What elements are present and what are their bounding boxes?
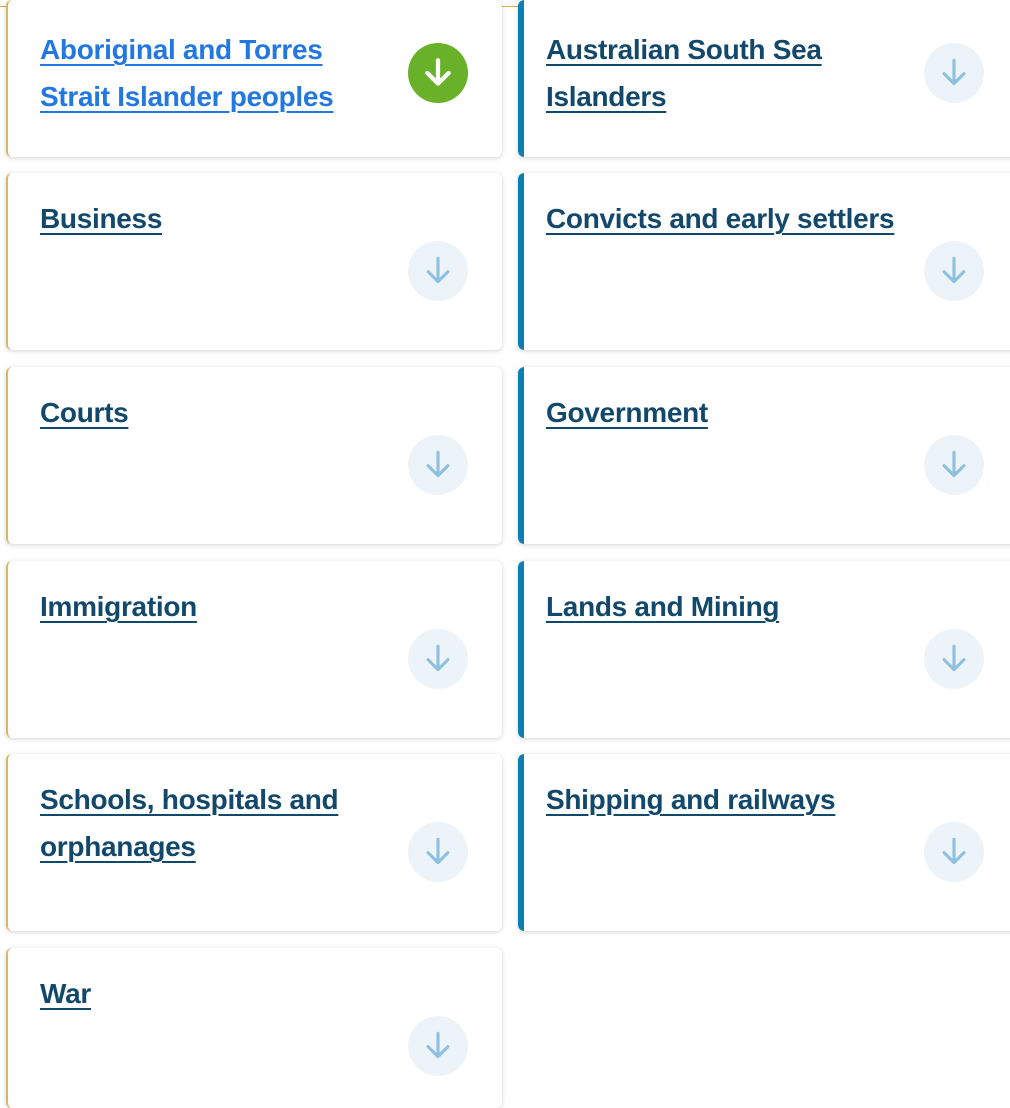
download-button[interactable] bbox=[924, 822, 984, 882]
category-card-south-sea-islanders[interactable]: Australian South Sea Islanders bbox=[518, 0, 1010, 157]
arrow-down-icon bbox=[426, 450, 450, 478]
arrow-down-icon bbox=[942, 644, 966, 672]
category-link[interactable]: War bbox=[40, 970, 380, 1017]
category-card-government[interactable]: Government bbox=[518, 367, 1010, 544]
download-button[interactable] bbox=[924, 435, 984, 495]
category-link[interactable]: Immigration bbox=[40, 583, 380, 630]
arrow-down-icon bbox=[426, 256, 450, 284]
category-link[interactable]: Lands and Mining bbox=[546, 583, 906, 630]
download-button[interactable] bbox=[408, 435, 468, 495]
category-card-business[interactable]: Business bbox=[6, 173, 502, 350]
category-link[interactable]: Schools, hospitals and orphanages bbox=[40, 776, 380, 870]
download-button[interactable] bbox=[408, 1016, 468, 1076]
category-link[interactable]: Shipping and railways bbox=[546, 776, 906, 823]
download-button[interactable] bbox=[408, 43, 468, 103]
category-card-convicts[interactable]: Convicts and early settlers bbox=[518, 173, 1010, 350]
category-link[interactable]: Convicts and early settlers bbox=[546, 195, 906, 242]
arrow-down-icon bbox=[942, 837, 966, 865]
category-card-immigration[interactable]: Immigration bbox=[6, 561, 502, 738]
category-link[interactable]: Government bbox=[546, 389, 906, 436]
download-button[interactable] bbox=[408, 822, 468, 882]
category-link[interactable]: Business bbox=[40, 195, 380, 242]
category-link[interactable]: Courts bbox=[40, 389, 380, 436]
category-link[interactable]: Australian South Sea Islanders bbox=[546, 26, 906, 120]
arrow-down-icon bbox=[426, 644, 450, 672]
arrow-down-icon bbox=[942, 256, 966, 284]
download-button[interactable] bbox=[924, 629, 984, 689]
category-card-lands-mining[interactable]: Lands and Mining bbox=[518, 561, 1010, 738]
category-card-shipping[interactable]: Shipping and railways bbox=[518, 754, 1010, 931]
category-grid: Aboriginal and Torres Strait Islander pe… bbox=[0, 0, 1010, 1108]
arrow-down-icon bbox=[426, 1031, 450, 1059]
arrow-down-icon bbox=[942, 58, 966, 86]
download-button[interactable] bbox=[924, 241, 984, 301]
arrow-down-icon bbox=[425, 58, 451, 86]
category-card-schools[interactable]: Schools, hospitals and orphanages bbox=[6, 754, 502, 931]
arrow-down-icon bbox=[426, 837, 450, 865]
download-button[interactable] bbox=[924, 43, 984, 103]
category-link[interactable]: Aboriginal and Torres Strait Islander pe… bbox=[40, 26, 380, 120]
arrow-down-icon bbox=[942, 450, 966, 478]
download-button[interactable] bbox=[408, 241, 468, 301]
category-card-aboriginal[interactable]: Aboriginal and Torres Strait Islander pe… bbox=[6, 0, 502, 157]
download-button[interactable] bbox=[408, 629, 468, 689]
category-card-courts[interactable]: Courts bbox=[6, 367, 502, 544]
category-card-war[interactable]: War bbox=[6, 948, 502, 1108]
